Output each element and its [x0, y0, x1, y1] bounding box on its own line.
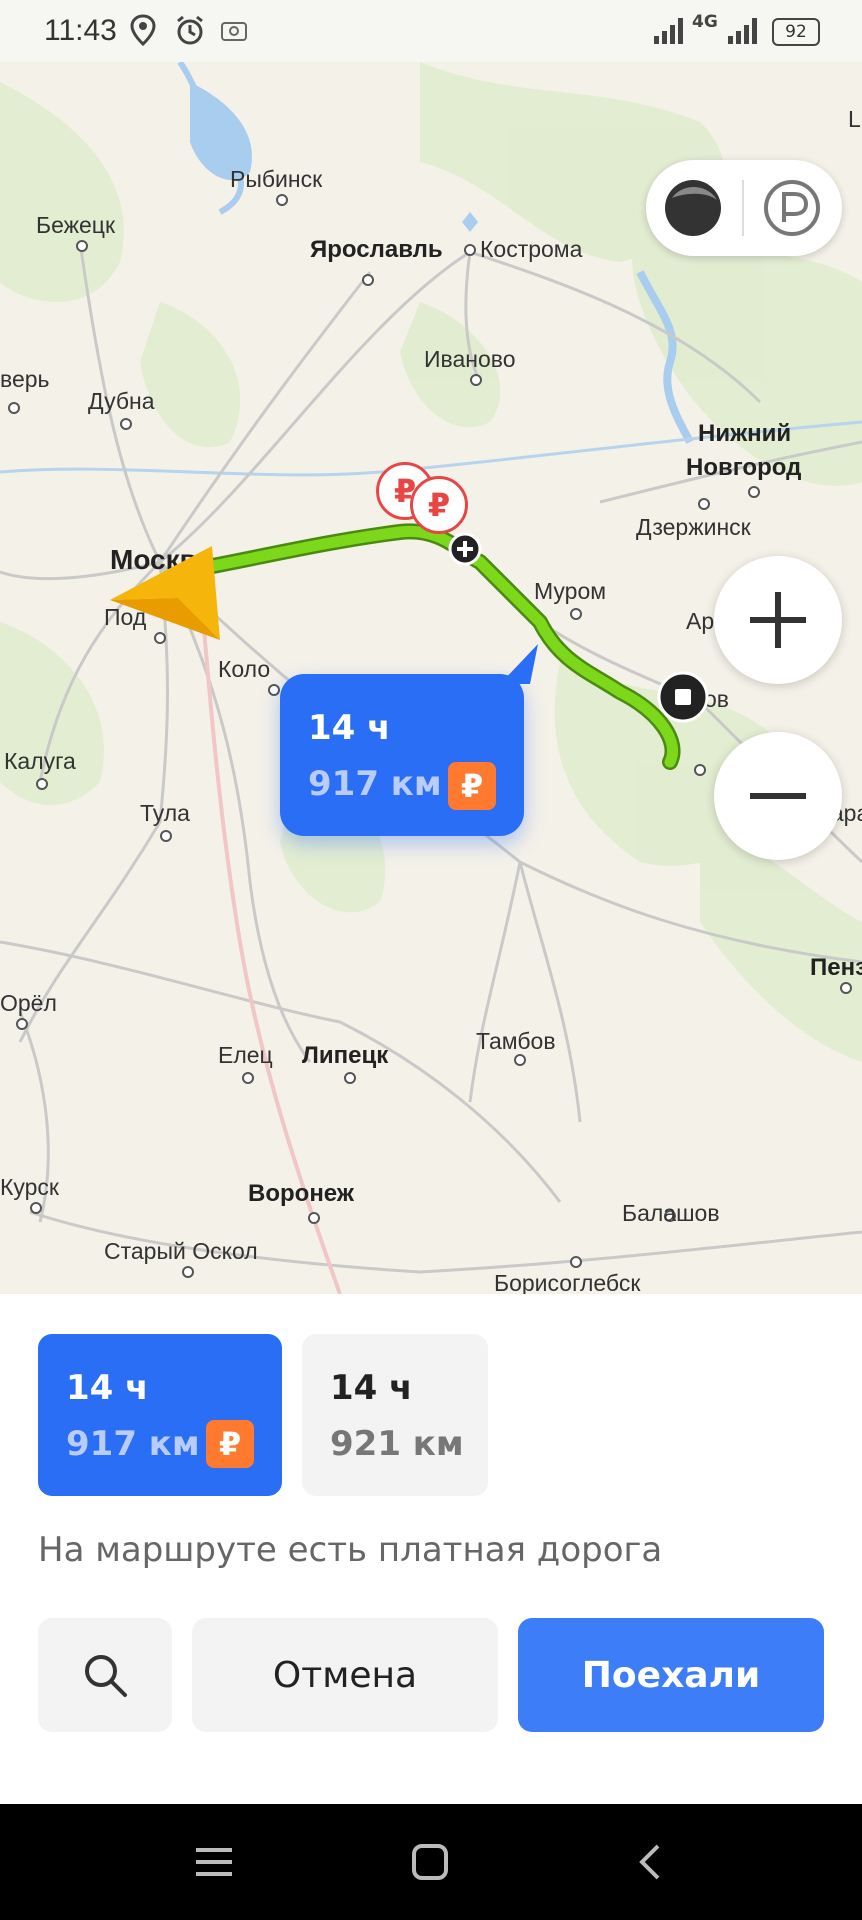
layers-toggle[interactable] — [646, 160, 842, 256]
city-label: Иваново — [424, 346, 516, 372]
signal-icon — [654, 18, 683, 44]
route-option-distance: 917 км — [66, 1424, 200, 1464]
signal-icon-2 — [728, 18, 757, 44]
toll-icon: ₽ — [206, 1420, 254, 1468]
city-label: Дзержинск — [636, 514, 751, 540]
go-button[interactable]: Поехали — [518, 1618, 824, 1732]
zoom-out-button[interactable] — [714, 732, 842, 860]
back-icon[interactable] — [630, 1842, 670, 1882]
route-panel: 14 ч 917 км ₽ 14 ч 921 км На маршруте ес… — [0, 1294, 862, 1804]
status-bar: 11:43 4G 92 — [0, 0, 862, 62]
city-label: L — [848, 106, 861, 132]
city-label: Рыбинск — [230, 166, 323, 192]
destination-marker-icon[interactable] — [656, 670, 710, 724]
divider — [742, 180, 744, 236]
battery-icon: 92 — [772, 18, 820, 46]
location-icon — [130, 14, 156, 46]
city-label: Липецк — [302, 1042, 389, 1069]
city-label: Балашов — [622, 1200, 720, 1226]
city-label: Бежецк — [36, 212, 116, 238]
city-label: Пенз — [810, 954, 862, 981]
route-option-time: 14 ч — [66, 1368, 149, 1408]
city-label: Курск — [0, 1174, 59, 1200]
status-time: 11:43 — [44, 14, 117, 47]
toll-marker-icon[interactable]: ₽ — [410, 476, 468, 534]
minus-icon — [750, 793, 806, 799]
city-label: Тула — [140, 800, 190, 826]
alarm-icon — [177, 15, 203, 45]
route-info-bubble[interactable]: 14 ч 917 км ₽ — [280, 674, 524, 836]
toll-notice: На маршруте есть платная дорога — [38, 1530, 663, 1570]
city-label: Орёл — [0, 990, 57, 1016]
city-label: Кострома — [480, 236, 583, 262]
home-icon[interactable] — [410, 1842, 450, 1882]
city-label: Борисоглебск — [494, 1270, 641, 1294]
route-option-selected[interactable]: 14 ч 917 км ₽ — [38, 1334, 282, 1496]
route-option-distance: 921 км — [330, 1424, 464, 1464]
plus-icon — [750, 592, 806, 648]
map-view[interactable]: Рыбинск Бежецк Ярославль Кострома Иванов… — [0, 62, 862, 1294]
zoom-in-button[interactable] — [714, 556, 842, 684]
city-label: Старый Оскол — [104, 1238, 258, 1264]
city-label: Муром — [534, 578, 607, 604]
network-type: 4G — [692, 12, 718, 32]
system-nav-bar — [0, 1804, 862, 1920]
city-label: верь — [0, 366, 50, 392]
city-label: Калуга — [4, 748, 76, 774]
waypoint-icon[interactable] — [448, 532, 482, 566]
current-location-arrow-icon — [110, 546, 220, 640]
battery-level: 92 — [785, 22, 807, 42]
search-button[interactable] — [38, 1618, 172, 1732]
city-label: Ярославль — [310, 236, 443, 263]
city-label: Дубна — [88, 388, 155, 414]
menu-icon[interactable] — [194, 1842, 234, 1882]
toll-icon: ₽ — [448, 762, 496, 810]
night-mode-icon[interactable] — [662, 178, 724, 238]
route-option-time: 14 ч — [330, 1368, 413, 1408]
screenshot-icon — [221, 22, 247, 41]
city-label: Елец — [218, 1042, 273, 1068]
route-bubble-tail — [500, 644, 538, 684]
parking-icon[interactable] — [762, 178, 822, 238]
city-label: Воронеж — [248, 1180, 354, 1207]
city-label: Тамбов — [476, 1028, 556, 1054]
route-bubble-time: 14 ч — [308, 708, 391, 748]
city-label: Нижний — [698, 420, 792, 447]
city-label: Новгород — [686, 454, 802, 481]
cancel-button[interactable]: Отмена — [192, 1618, 498, 1732]
city-label: Коло — [218, 656, 271, 682]
route-option[interactable]: 14 ч 921 км — [302, 1334, 488, 1496]
route-bubble-distance: 917 км — [308, 764, 442, 804]
search-icon — [85, 1655, 127, 1697]
